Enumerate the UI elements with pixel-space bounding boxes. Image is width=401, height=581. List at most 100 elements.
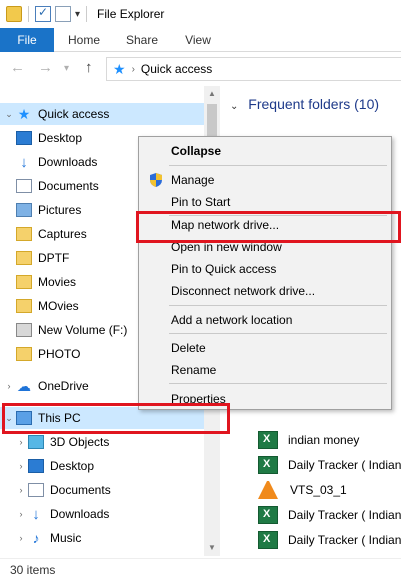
customize-toolbar-dropdown-icon[interactable]: ▾: [75, 9, 80, 20]
menu-divider: [169, 383, 387, 384]
toolbar-divider: [28, 6, 29, 22]
nav-label: Pictures: [38, 203, 82, 217]
file-item[interactable]: Daily Tracker ( Indian: [258, 528, 401, 552]
menu-item-rename[interactable]: Rename: [139, 359, 391, 381]
nav-label: Downloads: [50, 507, 110, 521]
quick-access-star-icon: ★: [113, 60, 126, 77]
nav-label: Movies: [38, 275, 77, 289]
ribbon-tabs: File Home Share View: [0, 28, 401, 52]
forward-arrow-icon[interactable]: →: [38, 59, 53, 76]
properties-icon[interactable]: [35, 5, 51, 22]
menu-item-delete[interactable]: Delete: [139, 337, 391, 359]
menu-label: Manage: [171, 173, 215, 187]
vlc-media-icon: [258, 481, 278, 499]
menu-item-collapse[interactable]: Collapse: [139, 140, 391, 162]
chevron-right-icon[interactable]: ›: [14, 533, 28, 543]
nav-label: Downloads: [38, 155, 98, 169]
status-bar: 30 items: [0, 558, 401, 581]
chevron-right-icon[interactable]: ›: [14, 461, 28, 471]
menu-item-disconnect-network-drive[interactable]: Disconnect network drive...: [139, 280, 391, 302]
recent-locations-dropdown-icon[interactable]: ▾: [64, 63, 69, 74]
breadcrumb-separator-icon[interactable]: ›: [132, 64, 135, 75]
breadcrumb-quick-access[interactable]: Quick access: [141, 62, 212, 76]
menu-item-manage[interactable]: Manage: [139, 169, 391, 191]
chevron-right-icon[interactable]: ›: [2, 381, 16, 391]
nav-label: Desktop: [38, 131, 83, 145]
file-item[interactable]: Daily Tracker ( Indian: [258, 453, 401, 477]
nav-label: Music: [50, 531, 82, 545]
folder-icon[interactable]: [6, 6, 22, 22]
navigation-bar: ← → ▾ ↑ ★ › Quick access: [0, 52, 401, 86]
nav-label: Documents: [50, 483, 111, 497]
nav-label: Documents: [38, 179, 99, 193]
menu-item-add-network-location[interactable]: Add a network location: [139, 309, 391, 331]
excel-file-icon: [258, 431, 278, 449]
new-folder-icon[interactable]: [55, 6, 71, 22]
file-name: indian money: [288, 433, 360, 447]
menu-divider: [169, 305, 387, 306]
menu-item-pin-to-start[interactable]: Pin to Start: [139, 191, 391, 213]
nav-quick-access[interactable]: ⌄ ★ Quick access: [0, 103, 205, 125]
nav-label: Quick access: [38, 107, 110, 121]
excel-file-icon: [258, 531, 278, 549]
folder-icon: [16, 275, 32, 289]
music-note-icon: ♪: [32, 530, 40, 546]
star-icon: ★: [17, 105, 31, 122]
file-item[interactable]: VTS_03_1: [258, 478, 347, 502]
document-icon: [16, 179, 32, 193]
highlight-map-network-drive: [136, 211, 401, 243]
document-icon: [28, 483, 44, 497]
chevron-right-icon[interactable]: ›: [14, 485, 28, 495]
nav-label: Desktop: [50, 459, 95, 473]
up-arrow-icon[interactable]: ↑: [85, 59, 93, 76]
uac-shield-icon: [150, 173, 162, 187]
address-bar[interactable]: ★ › Quick access: [106, 57, 401, 81]
highlight-this-pc: [2, 403, 230, 434]
file-name: VTS_03_1: [290, 483, 347, 497]
download-arrow-icon: ↓: [32, 505, 40, 523]
nav-pc-music[interactable]: › ♪ Music: [12, 527, 217, 549]
tab-share[interactable]: Share: [115, 28, 169, 52]
folder-icon: [16, 251, 32, 265]
cloud-icon: ☁: [17, 377, 31, 394]
tab-view[interactable]: View: [172, 28, 224, 52]
tab-file[interactable]: File: [0, 28, 54, 52]
file-item[interactable]: indian money: [258, 428, 359, 452]
scroll-down-icon[interactable]: ▼: [204, 540, 220, 556]
desktop-icon: [16, 131, 32, 145]
scroll-up-icon[interactable]: ▲: [204, 86, 220, 102]
nav-label: Captures: [38, 227, 87, 241]
download-arrow-icon: ↓: [20, 153, 28, 171]
menu-divider: [169, 165, 387, 166]
context-menu: Collapse Manage Pin to Start Map network…: [138, 136, 392, 410]
file-item[interactable]: Daily Tracker ( Indian: [258, 503, 401, 527]
quick-access-toolbar: ▾: [0, 5, 89, 22]
drive-icon: [16, 323, 32, 337]
chevron-down-icon[interactable]: ⌄: [2, 109, 16, 120]
menu-item-pin-quick-access[interactable]: Pin to Quick access: [139, 258, 391, 280]
nav-pc-3d-objects[interactable]: › 3D Objects: [12, 431, 217, 453]
menu-divider: [169, 333, 387, 334]
excel-file-icon: [258, 506, 278, 524]
nav-pc-downloads[interactable]: › ↓ Downloads: [12, 503, 217, 525]
toolbar-divider: [86, 6, 88, 22]
folder-icon: [16, 347, 32, 361]
desktop-icon: [28, 459, 44, 473]
chevron-right-icon[interactable]: ›: [14, 437, 28, 447]
chevron-down-icon[interactable]: ⌄: [230, 101, 238, 112]
file-name: Daily Tracker ( Indian: [288, 533, 401, 547]
nav-label: PHOTO: [38, 347, 81, 361]
window-title: File Explorer: [97, 7, 165, 21]
nav-pc-desktop[interactable]: › Desktop: [12, 455, 217, 477]
nav-label: New Volume (F:): [38, 323, 128, 337]
back-arrow-icon[interactable]: ←: [10, 59, 25, 76]
excel-file-icon: [258, 456, 278, 474]
item-count: 30 items: [10, 563, 56, 577]
folder-icon: [16, 227, 32, 241]
tab-home[interactable]: Home: [58, 28, 110, 52]
3d-objects-icon: [28, 435, 44, 449]
frequent-folders-header[interactable]: ⌄ Frequent folders (10): [230, 96, 379, 112]
pictures-icon: [16, 203, 32, 217]
chevron-right-icon[interactable]: ›: [14, 509, 28, 519]
nav-pc-documents[interactable]: › Documents: [12, 479, 217, 501]
